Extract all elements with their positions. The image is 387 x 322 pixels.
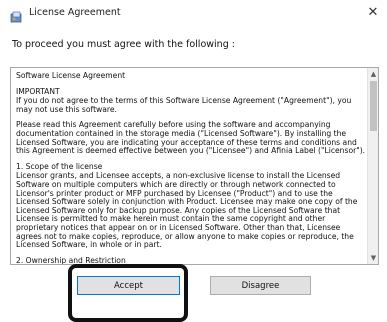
license-intro: Please read this Agreement carefully bef…	[16, 120, 366, 156]
scroll-thumb[interactable]	[370, 81, 377, 131]
important-label: IMPORTANT	[16, 86, 60, 96]
scroll-down-arrow-icon[interactable]: ▼	[368, 252, 378, 264]
agreement-prompt: To proceed you must agree with the follo…	[12, 39, 235, 50]
vertical-scrollbar[interactable]: ▲ ▼	[367, 68, 378, 264]
disagree-button[interactable]: Disagree	[210, 276, 311, 295]
license-app-icon	[10, 8, 22, 23]
license-text-box[interactable]: Software License Agreement IMPORTANT If …	[10, 67, 379, 265]
accept-highlight-box	[68, 264, 188, 322]
window-title: License Agreement	[29, 7, 121, 18]
section-1-title: 1. Scope of the license	[16, 161, 103, 171]
important-text: If you do not agree to the terms of this…	[16, 96, 352, 114]
section-2-title: 2. Ownership and Restriction	[16, 255, 126, 265]
license-heading: Software License Agreement	[16, 71, 126, 80]
license-content: Software License Agreement IMPORTANT If …	[16, 71, 366, 265]
close-icon[interactable]: ✕	[364, 4, 382, 22]
title-bar: License Agreement ✕	[0, 0, 387, 28]
scroll-up-arrow-icon[interactable]: ▲	[368, 68, 378, 80]
section-1-text: Licensor grants, and Licensee accepts, a…	[16, 171, 358, 250]
